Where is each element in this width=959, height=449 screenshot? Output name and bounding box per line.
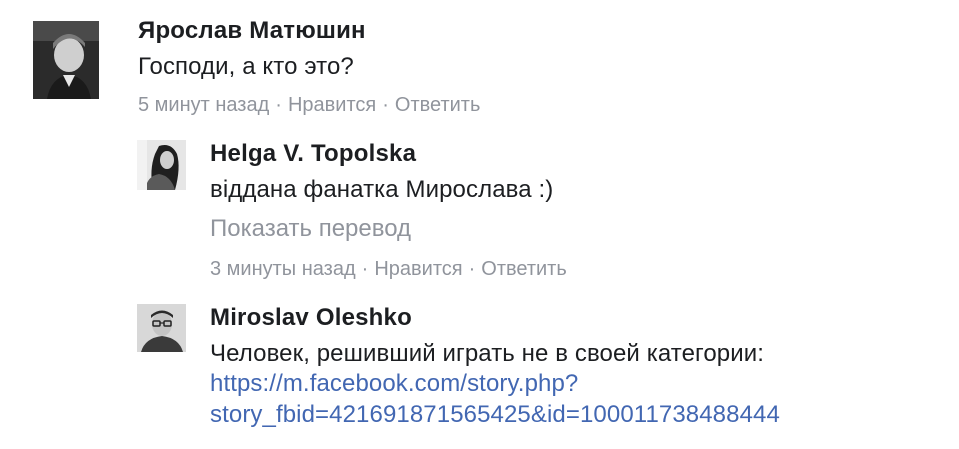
meta-separator: · <box>382 94 389 116</box>
story-link-continued[interactable]: story_fbid=421691871565425&id=1000117384… <box>210 401 780 429</box>
like-button[interactable]: Нравится <box>374 258 462 281</box>
comment-timestamp[interactable]: 3 минуты назад <box>210 258 356 281</box>
show-translation-link[interactable]: Показать перевод <box>210 215 411 243</box>
story-link[interactable]: https://m.facebook.com/story.php? <box>210 370 578 398</box>
avatar[interactable] <box>137 140 186 190</box>
comment-author[interactable]: Miroslav Oleshko <box>210 304 412 332</box>
comment-meta: 5 минут назад · Нравится · Ответить <box>138 94 480 117</box>
comment-author[interactable]: Helga V. Topolska <box>210 140 416 168</box>
like-button[interactable]: Нравится <box>288 94 376 117</box>
meta-separator: · <box>275 94 282 116</box>
avatar-photo-icon <box>33 21 99 99</box>
comment-text: Человек, решивший играть не в своей кате… <box>210 340 765 367</box>
comment-meta: 3 минуты назад · Нравится · Ответить <box>210 258 567 281</box>
meta-separator: · <box>468 258 476 280</box>
comment-text: віддана фанатка Мирослава :) <box>210 176 554 203</box>
comment-text: Господи, а кто это? <box>138 53 354 80</box>
comment-author[interactable]: Ярослав Матюшин <box>138 17 366 45</box>
avatar-photo-icon <box>137 304 186 352</box>
avatar-photo-icon <box>137 140 186 190</box>
meta-separator: · <box>361 258 369 280</box>
avatar[interactable] <box>33 21 99 99</box>
reply-button[interactable]: Ответить <box>481 258 567 281</box>
reply-button[interactable]: Ответить <box>395 94 481 117</box>
avatar[interactable] <box>137 304 186 352</box>
comment-timestamp[interactable]: 5 минут назад <box>138 94 269 117</box>
